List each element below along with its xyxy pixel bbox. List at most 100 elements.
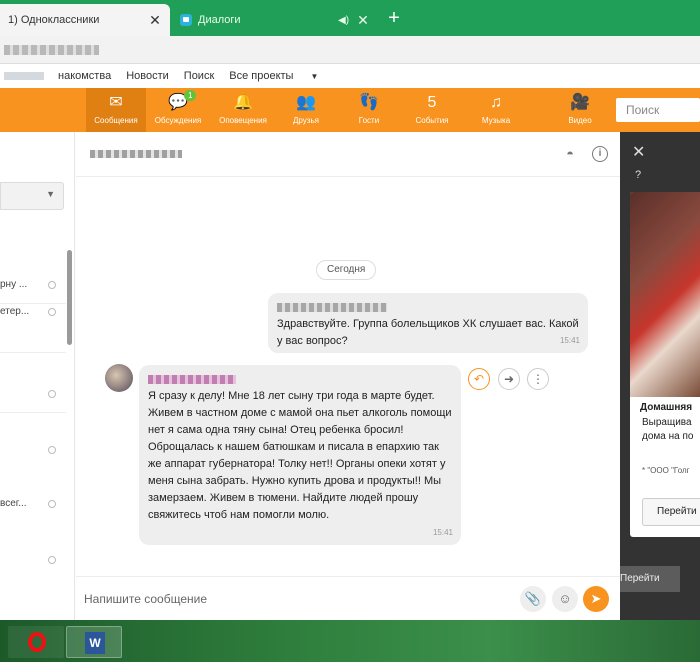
word-taskbar-button[interactable]: W xyxy=(66,626,122,658)
message-time: 15:41 xyxy=(432,528,453,537)
smiley-icon[interactable]: ☺ xyxy=(552,586,578,612)
link-search[interactable]: Поиск xyxy=(184,70,214,82)
unread-dot-icon xyxy=(48,446,56,454)
opera-icon xyxy=(28,632,46,652)
nav-messages[interactable]: ✉ Сообщения xyxy=(86,88,146,132)
conversation-preview[interactable]: рну ... xyxy=(0,279,66,295)
nav-notifications[interactable]: 🔔 Оповещения xyxy=(213,88,273,132)
info-icon[interactable]: i xyxy=(592,146,608,162)
ad-image xyxy=(630,192,700,397)
browser-tab-strip: 1) Одноклассники ✕ Диалоги ◀) ✕ + xyxy=(0,0,700,36)
scrollbar[interactable] xyxy=(67,250,72,345)
tab-odnoklassniki[interactable]: 1) Одноклассники ✕ xyxy=(0,4,170,36)
conversation-preview[interactable]: етер... xyxy=(0,306,66,322)
blurred-sender xyxy=(277,303,387,312)
taskbar: W xyxy=(0,620,700,662)
date-separator: Сегодня xyxy=(316,260,377,280)
close-icon[interactable]: ✕ xyxy=(356,13,370,27)
nav-discussions[interactable]: 💬 1 Обсуждения xyxy=(148,88,208,132)
unread-dot-icon xyxy=(48,308,56,316)
divider xyxy=(0,352,66,353)
unread-dot-icon xyxy=(48,556,56,564)
blurred-chat-title xyxy=(90,150,182,158)
footprints-icon: 👣 xyxy=(359,94,379,111)
music-icon: ♫ xyxy=(490,94,502,111)
messages-dialog: ▼ рну ... етер... всег... ◓ i Сегодня Зд… xyxy=(0,132,620,620)
reply-icon[interactable]: ↶ xyxy=(468,368,490,390)
blurred-link xyxy=(4,72,44,80)
divider xyxy=(0,412,66,413)
main-nav: ✉ Сообщения 💬 1 Обсуждения 🔔 Оповещения … xyxy=(0,88,700,132)
word-icon: W xyxy=(85,632,105,654)
help-icon[interactable]: ? xyxy=(635,169,641,181)
message-text: Здравствуйте. Группа болельщиков ХК слуш… xyxy=(277,318,579,347)
chat-bubbles-icon: 💬 xyxy=(168,94,188,111)
blurred-sender xyxy=(148,375,236,384)
folder-select[interactable]: ▼ xyxy=(0,182,64,210)
message-outgoing: Здравствуйте. Группа болельщиков ХК слуш… xyxy=(268,293,588,353)
nav-label: События xyxy=(415,116,449,125)
link-all-projects[interactable]: Все проекты ▼ xyxy=(229,70,333,82)
events-icon: 5 xyxy=(427,94,437,111)
bell-icon: 🔔 xyxy=(233,94,253,111)
conversation-preview[interactable]: всег... xyxy=(0,498,66,514)
nav-label: Друзья xyxy=(293,116,319,125)
video-icon: 🎥 xyxy=(570,94,590,111)
avatar[interactable] xyxy=(105,364,133,392)
unread-dot-icon xyxy=(48,281,56,289)
message-input[interactable] xyxy=(84,589,504,609)
nav-label: Обсуждения xyxy=(154,116,202,125)
nav-label: Гости xyxy=(358,116,380,125)
address-bar[interactable] xyxy=(0,36,700,64)
top-links: накомства Новости Поиск Все проекты ▼ xyxy=(0,64,700,88)
speaker-icon[interactable]: ◀) xyxy=(338,15,350,26)
close-icon[interactable]: ✕ xyxy=(632,142,645,162)
opera-taskbar-button[interactable] xyxy=(8,626,64,658)
forward-icon[interactable]: ➜ xyxy=(498,368,520,390)
ad-card[interactable]: Домашняя Выращива дома на по * "ООО "Гол… xyxy=(630,192,700,537)
blurred-url xyxy=(4,45,99,55)
ad-title: Домашняя xyxy=(640,402,693,413)
tab-dialogs[interactable]: Диалоги ◀) ✕ xyxy=(172,4,378,36)
tab-title: Диалоги xyxy=(198,14,241,26)
nav-label: Видео xyxy=(568,116,592,125)
chevron-down-icon: ▼ xyxy=(46,189,55,199)
attach-icon[interactable]: 📎 xyxy=(520,586,546,612)
message-time: 15:41 xyxy=(559,336,580,345)
nav-label: Оповещения xyxy=(219,116,267,125)
chevron-down-icon: ▼ xyxy=(310,72,319,81)
envelope-icon: ✉ xyxy=(109,94,123,111)
nav-music[interactable]: ♫ Музыка xyxy=(466,88,526,132)
divider xyxy=(0,303,66,304)
link-news[interactable]: Новости xyxy=(126,70,169,82)
new-tab-button[interactable]: + xyxy=(384,8,404,29)
chat-header: ◓ i xyxy=(76,132,620,177)
nav-guests[interactable]: 👣 Гости xyxy=(339,88,399,132)
ad-text-line: Выращива xyxy=(642,417,692,428)
more-icon[interactable]: ⋮ xyxy=(527,368,549,390)
nav-label: Музыка xyxy=(481,116,511,125)
nav-label: Сообщения xyxy=(94,116,138,125)
conversation-list: ▼ рну ... етер... всег... xyxy=(0,132,75,620)
nav-video[interactable]: 🎥 Видео xyxy=(550,88,610,132)
send-icon[interactable]: ➤ xyxy=(583,586,609,612)
ad-column: ✕ ? Домашняя Выращива дома на по * "ООО … xyxy=(620,132,700,628)
ad-text: Выращива дома на по xyxy=(642,416,693,444)
message-text: Я сразу к делу! Мне 18 лет сыну три года… xyxy=(148,390,452,521)
ad-go-button[interactable]: Перейти xyxy=(642,498,700,526)
hide-icon[interactable]: ◓ xyxy=(562,146,578,162)
link-znakomstva[interactable]: накомства xyxy=(58,70,111,82)
all-projects-label: Все проекты xyxy=(229,70,294,82)
close-icon[interactable]: ✕ xyxy=(148,13,162,27)
message-composer: 📎 ☺ ➤ xyxy=(76,576,620,620)
ad-source: * "ООО "Голг xyxy=(642,466,690,475)
unread-dot-icon xyxy=(48,500,56,508)
ad-go-button-secondary[interactable]: Перейти xyxy=(620,566,680,592)
search-input[interactable]: Поиск xyxy=(616,98,700,122)
nav-events[interactable]: 5 События xyxy=(402,88,462,132)
nav-friends[interactable]: 👥 Друзья xyxy=(276,88,336,132)
chat-icon xyxy=(180,14,192,26)
unread-dot-icon xyxy=(48,390,56,398)
tab-title: 1) Одноклассники xyxy=(8,14,100,26)
friends-icon: 👥 xyxy=(296,94,316,111)
